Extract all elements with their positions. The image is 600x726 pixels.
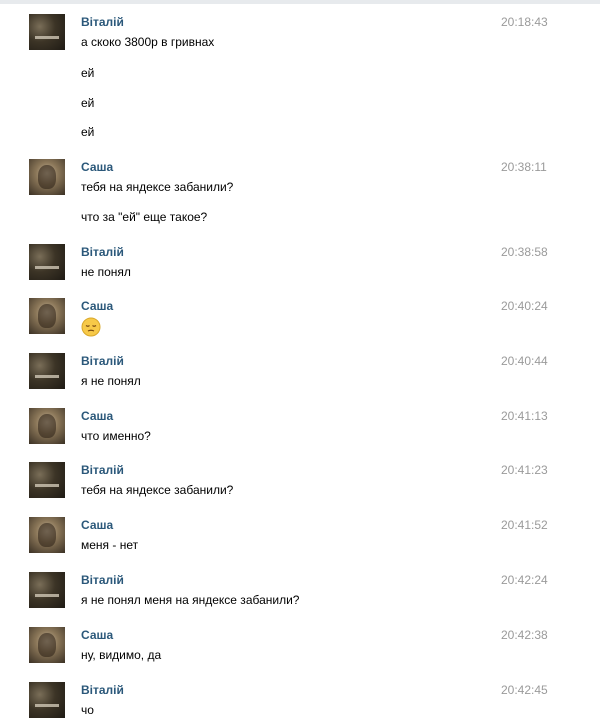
avatar-vitaliy[interactable] xyxy=(29,462,65,498)
message-text: я не понял xyxy=(81,374,141,388)
message-block: Саша 20:41:52 меня - нет xyxy=(0,515,600,557)
message-text: что за "ей" еще такое? xyxy=(81,210,208,224)
message-text: ей xyxy=(81,96,95,110)
avatar-sasha[interactable] xyxy=(29,517,65,553)
avatar-vitaliy[interactable] xyxy=(29,244,65,280)
message-time: 20:41:13 xyxy=(501,409,548,423)
sender-name[interactable]: Саша xyxy=(81,160,113,174)
message-time: 20:38:58 xyxy=(501,245,548,259)
message-time: 20:42:24 xyxy=(501,573,548,587)
message-text: тебя на яндексе забанили? xyxy=(81,180,234,194)
message-text: я не понял меня на яндексе забанили? xyxy=(81,593,300,607)
message-text: чо xyxy=(81,703,94,717)
message-text: что именно? xyxy=(81,429,151,443)
message-time: 20:18:43 xyxy=(501,15,548,29)
avatar-vitaliy[interactable] xyxy=(29,353,65,389)
avatar-sasha[interactable] xyxy=(29,627,65,663)
message-block: Саша 20:41:13 что именно? xyxy=(0,406,600,448)
message-text: ей xyxy=(81,66,95,80)
message-block: Саша 20:40:24 xyxy=(0,296,600,338)
sender-name[interactable]: Віталій xyxy=(81,15,124,29)
message-time: 20:41:52 xyxy=(501,518,548,532)
top-border xyxy=(0,0,600,4)
message-block: Віталій 20:38:58 не понял xyxy=(0,242,600,284)
message-text: ну, видимо, да xyxy=(81,648,162,662)
message-block: Віталій 20:41:23 тебя на яндексе забанил… xyxy=(0,460,600,502)
message-block: Віталій 20:42:45 чо xyxy=(0,680,600,722)
message-time: 20:42:38 xyxy=(501,628,548,642)
message-text: меня - нет xyxy=(81,538,139,552)
avatar-sasha[interactable] xyxy=(29,408,65,444)
message-text: а скоко 3800р в гривнах xyxy=(81,35,215,49)
sender-name[interactable]: Віталій xyxy=(81,463,124,477)
message-block: Віталій 20:42:24 я не понял меня на янде… xyxy=(0,570,600,612)
sender-name[interactable]: Саша xyxy=(81,628,113,642)
message-block: Саша 20:42:38 ну, видимо, да xyxy=(0,625,600,667)
sender-name[interactable]: Саша xyxy=(81,518,113,532)
message-block: Саша 20:38:11 тебя на яндексе забанили? … xyxy=(0,157,600,227)
sender-name[interactable]: Віталій xyxy=(81,683,124,697)
message-text: не понял xyxy=(81,265,131,279)
avatar-sasha[interactable] xyxy=(29,159,65,195)
message-time: 20:41:23 xyxy=(501,463,548,477)
message-time: 20:42:45 xyxy=(501,683,548,697)
avatar-vitaliy[interactable] xyxy=(29,682,65,718)
avatar-sasha[interactable] xyxy=(29,298,65,334)
message-block: Віталій 20:18:43 а скоко 3800р в гривнах… xyxy=(0,12,600,142)
pensive-face-emoji xyxy=(81,317,101,337)
sender-name[interactable]: Віталій xyxy=(81,354,124,368)
message-time: 20:38:11 xyxy=(501,160,547,174)
sender-name[interactable]: Віталій xyxy=(81,573,124,587)
message-time: 20:40:44 xyxy=(501,354,548,368)
message-block: Віталій 20:40:44 я не понял xyxy=(0,351,600,393)
avatar-vitaliy[interactable] xyxy=(29,572,65,608)
sender-name[interactable]: Саша xyxy=(81,299,113,313)
message-time: 20:40:24 xyxy=(501,299,548,313)
avatar-vitaliy[interactable] xyxy=(29,14,65,50)
message-text: тебя на яндексе забанили? xyxy=(81,483,234,497)
sender-name[interactable]: Саша xyxy=(81,409,113,423)
sender-name[interactable]: Віталій xyxy=(81,245,124,259)
message-text: ей xyxy=(81,125,95,139)
